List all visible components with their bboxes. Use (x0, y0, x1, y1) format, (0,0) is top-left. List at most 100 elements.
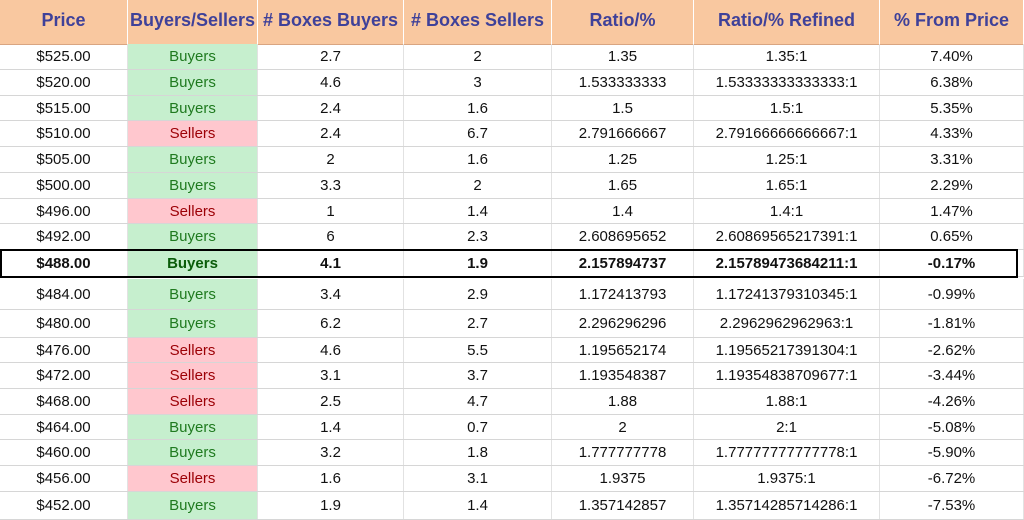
ratio-cell[interactable]: 1.9375 (552, 466, 694, 491)
price-cell[interactable]: $452.00 (0, 492, 128, 519)
boxes-sellers-cell[interactable]: 3.7 (404, 363, 552, 388)
ratio-refined-cell[interactable]: 1.19565217391304:1 (694, 338, 880, 362)
side-cell[interactable]: Buyers (128, 415, 258, 439)
from-price-cell[interactable]: -5.90% (880, 440, 1024, 465)
header-boxes-sellers[interactable]: # Boxes Sellers (404, 0, 552, 44)
boxes-sellers-cell[interactable]: 3 (404, 70, 552, 95)
ratio-cell[interactable]: 1.195652174 (552, 338, 694, 362)
boxes-sellers-cell[interactable]: 2.3 (404, 224, 552, 249)
side-cell[interactable]: Buyers (128, 310, 258, 337)
from-price-cell[interactable]: 0.65% (880, 224, 1024, 249)
boxes-sellers-cell[interactable]: 1.8 (404, 440, 552, 465)
header-ratio-refined[interactable]: Ratio/% Refined (694, 0, 880, 44)
from-price-cell[interactable]: -7.53% (880, 492, 1024, 519)
from-price-cell[interactable]: -5.08% (880, 415, 1024, 439)
boxes-sellers-cell[interactable]: 1.6 (404, 147, 552, 172)
boxes-buyers-cell[interactable]: 2 (258, 147, 404, 172)
ratio-cell[interactable]: 2.791666667 (552, 121, 694, 146)
ratio-refined-cell[interactable]: 1.65:1 (694, 173, 880, 198)
price-cell[interactable]: $460.00 (0, 440, 128, 465)
boxes-buyers-cell[interactable]: 6 (258, 224, 404, 249)
ratio-refined-cell[interactable]: 2:1 (694, 415, 880, 439)
ratio-refined-cell[interactable]: 1.4:1 (694, 199, 880, 223)
side-cell[interactable]: Buyers (128, 147, 258, 172)
boxes-sellers-cell[interactable]: 5.5 (404, 338, 552, 362)
price-cell[interactable]: $484.00 (0, 279, 128, 309)
price-cell[interactable]: $488.00 (0, 250, 128, 276)
from-price-cell[interactable]: -6.72% (880, 466, 1024, 491)
boxes-buyers-cell[interactable]: 4.1 (258, 250, 404, 276)
from-price-cell[interactable]: 1.47% (880, 199, 1024, 223)
boxes-buyers-cell[interactable]: 1 (258, 199, 404, 223)
ratio-cell[interactable]: 1.172413793 (552, 279, 694, 309)
header-buyers-sellers[interactable]: Buyers/Sellers (128, 0, 258, 44)
boxes-buyers-cell[interactable]: 3.2 (258, 440, 404, 465)
ratio-refined-cell[interactable]: 2.60869565217391:1 (694, 224, 880, 249)
side-cell[interactable]: Buyers (128, 250, 258, 276)
boxes-sellers-cell[interactable]: 2.9 (404, 279, 552, 309)
side-cell[interactable]: Sellers (128, 338, 258, 362)
ratio-cell[interactable]: 1.35 (552, 44, 694, 69)
boxes-buyers-cell[interactable]: 1.4 (258, 415, 404, 439)
header-from-price[interactable]: % From Price (880, 0, 1024, 44)
price-cell[interactable]: $520.00 (0, 70, 128, 95)
price-cell[interactable]: $476.00 (0, 338, 128, 362)
ratio-cell[interactable]: 1.193548387 (552, 363, 694, 388)
ratio-cell[interactable]: 1.5 (552, 96, 694, 120)
ratio-refined-cell[interactable]: 2.2962962962963:1 (694, 310, 880, 337)
side-cell[interactable]: Sellers (128, 121, 258, 146)
price-cell[interactable]: $510.00 (0, 121, 128, 146)
price-cell[interactable]: $456.00 (0, 466, 128, 491)
boxes-buyers-cell[interactable]: 1.9 (258, 492, 404, 519)
header-ratio[interactable]: Ratio/% (552, 0, 694, 44)
side-cell[interactable]: Sellers (128, 199, 258, 223)
header-price[interactable]: Price (0, 0, 128, 44)
price-cell[interactable]: $468.00 (0, 389, 128, 414)
ratio-refined-cell[interactable]: 1.9375:1 (694, 466, 880, 491)
side-cell[interactable]: Buyers (128, 96, 258, 120)
price-cell[interactable]: $492.00 (0, 224, 128, 249)
price-cell[interactable]: $525.00 (0, 44, 128, 69)
header-boxes-buyers[interactable]: # Boxes Buyers (258, 0, 404, 44)
ratio-cell[interactable]: 1.88 (552, 389, 694, 414)
side-cell[interactable]: Buyers (128, 492, 258, 519)
from-price-cell[interactable]: -0.17% (880, 250, 1024, 276)
side-cell[interactable]: Buyers (128, 44, 258, 69)
price-cell[interactable]: $505.00 (0, 147, 128, 172)
ratio-refined-cell[interactable]: 1.35714285714286:1 (694, 492, 880, 519)
boxes-buyers-cell[interactable]: 3.3 (258, 173, 404, 198)
side-cell[interactable]: Buyers (128, 173, 258, 198)
boxes-sellers-cell[interactable]: 3.1 (404, 466, 552, 491)
ratio-refined-cell[interactable]: 1.88:1 (694, 389, 880, 414)
side-cell[interactable]: Buyers (128, 440, 258, 465)
boxes-sellers-cell[interactable]: 6.7 (404, 121, 552, 146)
boxes-sellers-cell[interactable]: 4.7 (404, 389, 552, 414)
boxes-buyers-cell[interactable]: 2.7 (258, 44, 404, 69)
from-price-cell[interactable]: 2.29% (880, 173, 1024, 198)
from-price-cell[interactable]: -3.44% (880, 363, 1024, 388)
side-cell[interactable]: Sellers (128, 466, 258, 491)
boxes-sellers-cell[interactable]: 1.6 (404, 96, 552, 120)
ratio-cell[interactable]: 1.357142857 (552, 492, 694, 519)
from-price-cell[interactable]: -1.81% (880, 310, 1024, 337)
from-price-cell[interactable]: 4.33% (880, 121, 1024, 146)
price-cell[interactable]: $496.00 (0, 199, 128, 223)
boxes-sellers-cell[interactable]: 2.7 (404, 310, 552, 337)
side-cell[interactable]: Buyers (128, 224, 258, 249)
from-price-cell[interactable]: 7.40% (880, 44, 1024, 69)
boxes-sellers-cell[interactable]: 1.4 (404, 199, 552, 223)
from-price-cell[interactable]: 5.35% (880, 96, 1024, 120)
from-price-cell[interactable]: -2.62% (880, 338, 1024, 362)
from-price-cell[interactable]: 3.31% (880, 147, 1024, 172)
boxes-sellers-cell[interactable]: 2 (404, 44, 552, 69)
boxes-buyers-cell[interactable]: 1.6 (258, 466, 404, 491)
ratio-cell[interactable]: 1.65 (552, 173, 694, 198)
boxes-buyers-cell[interactable]: 4.6 (258, 338, 404, 362)
price-cell[interactable]: $515.00 (0, 96, 128, 120)
ratio-refined-cell[interactable]: 1.25:1 (694, 147, 880, 172)
ratio-cell[interactable]: 2.157894737 (552, 250, 694, 276)
price-cell[interactable]: $472.00 (0, 363, 128, 388)
boxes-sellers-cell[interactable]: 0.7 (404, 415, 552, 439)
ratio-refined-cell[interactable]: 1.5:1 (694, 96, 880, 120)
boxes-buyers-cell[interactable]: 2.5 (258, 389, 404, 414)
